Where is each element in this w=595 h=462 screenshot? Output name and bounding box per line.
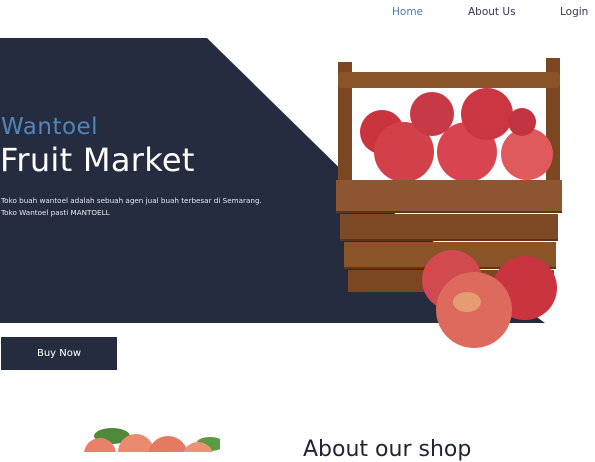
hero-description: Toko buah wantoel adalah sebuah agen jua… <box>1 195 291 219</box>
buy-now-button[interactable]: Buy Now <box>1 337 117 370</box>
about-heading: About our shop <box>303 437 472 462</box>
fruit-bowl-image <box>84 428 220 452</box>
nav-link-about-us[interactable]: About Us <box>468 6 516 18</box>
top-nav: Home About Us Login <box>0 0 595 26</box>
nav-link-home[interactable]: Home <box>392 6 423 18</box>
hero-description-line: Toko buah wantoel adalah sebuah agen jua… <box>1 196 262 205</box>
hero-description-line: Toko Wantoel pasti MANTOELL <box>1 208 110 217</box>
brand-name: Wantoel <box>1 114 99 140</box>
apple-crate-image <box>336 58 562 348</box>
nav-link-login[interactable]: Login <box>560 6 588 18</box>
hero-title: Fruit Market <box>0 141 195 179</box>
